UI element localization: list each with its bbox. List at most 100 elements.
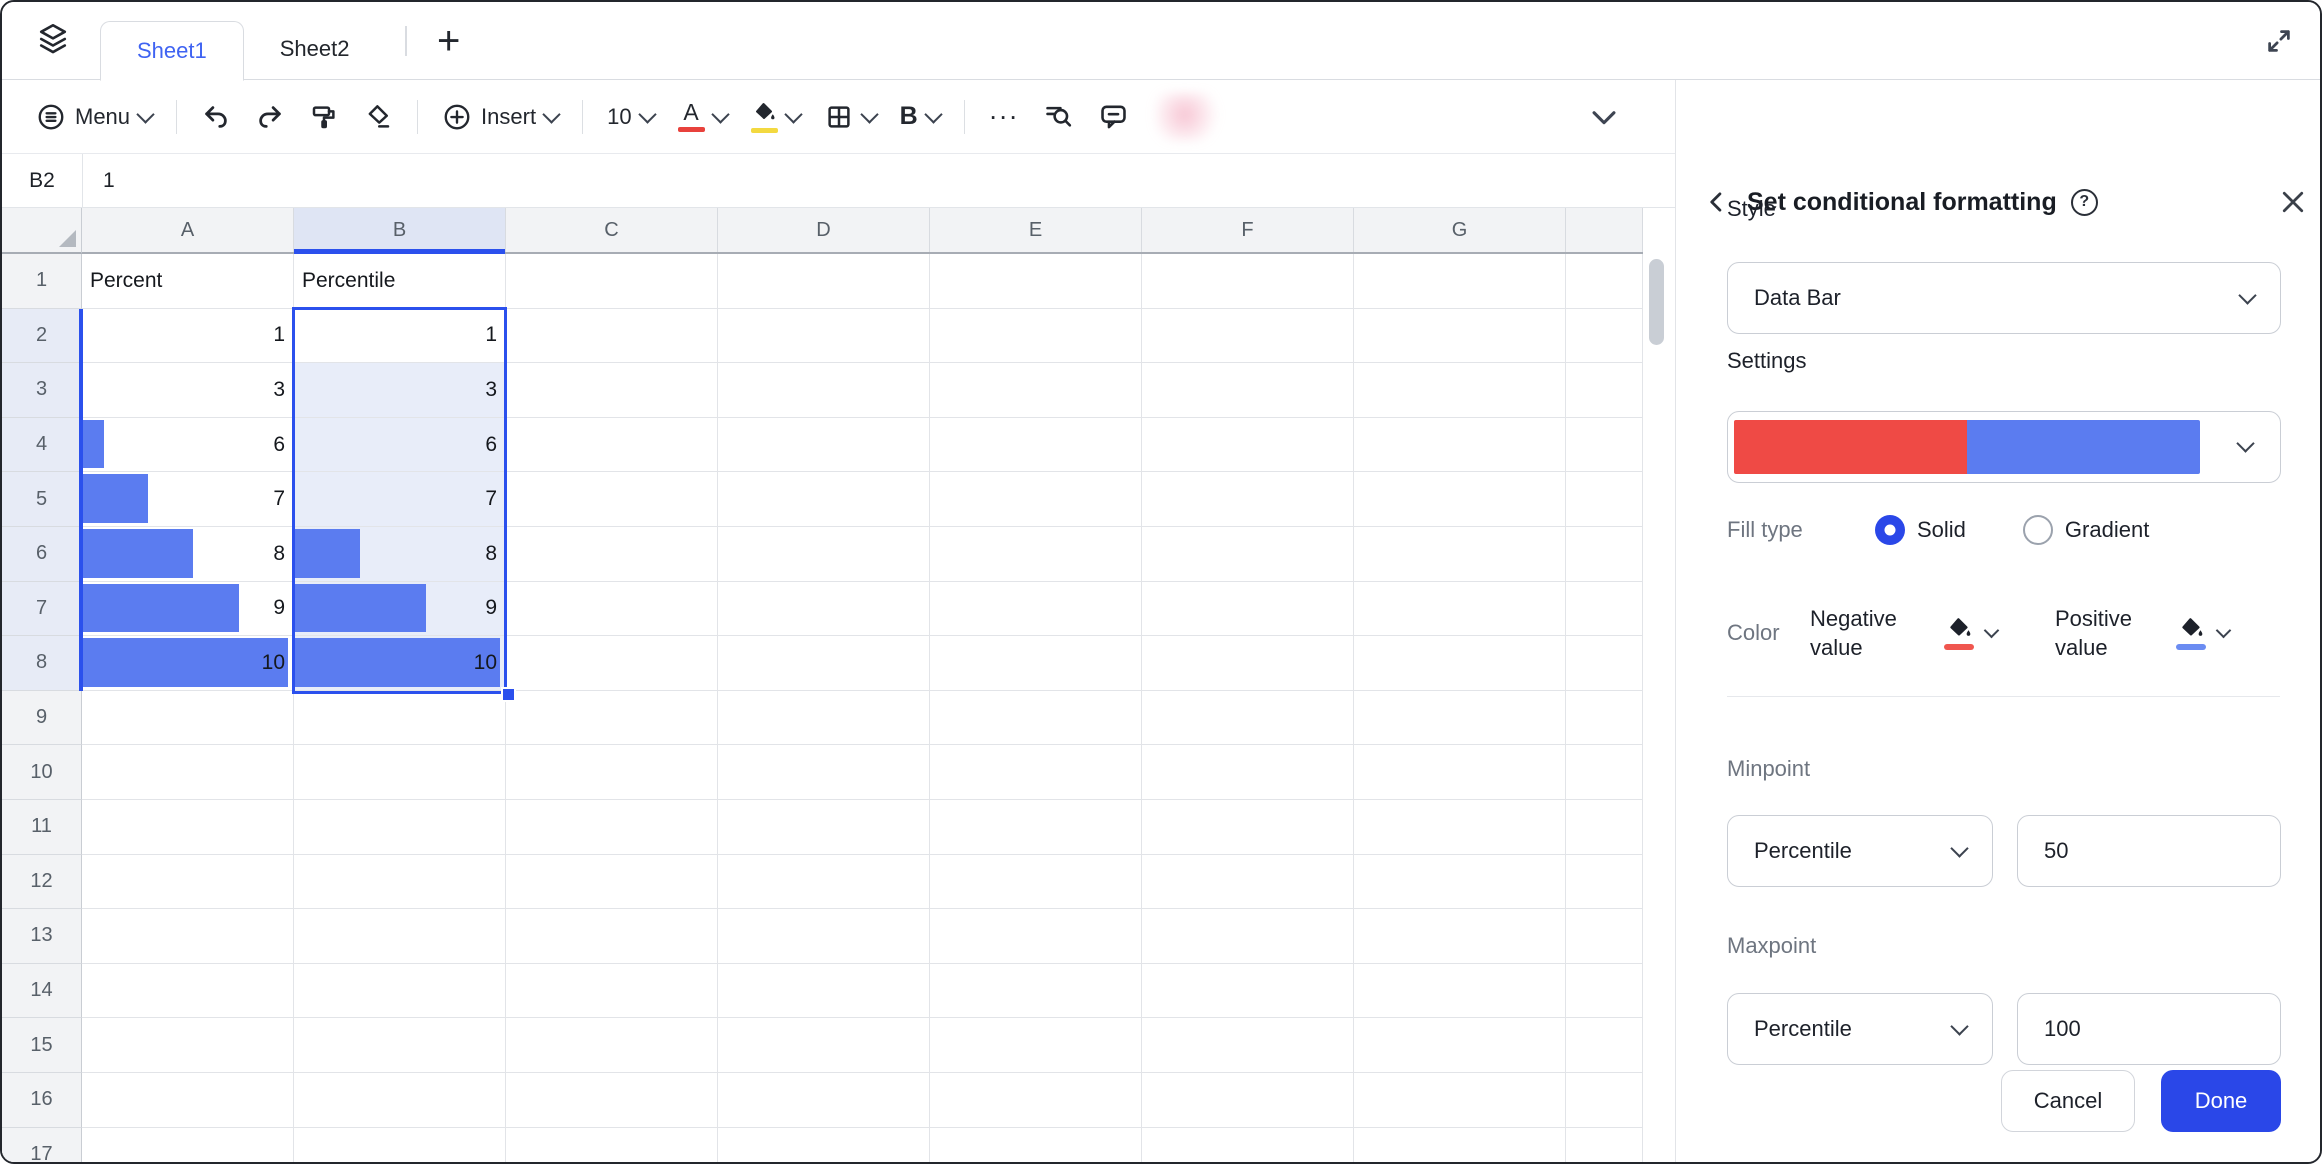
cell[interactable] <box>1566 254 1643 309</box>
cell[interactable] <box>718 1073 930 1128</box>
cell[interactable] <box>1566 472 1643 527</box>
tab-sheet2[interactable]: Sheet2 <box>244 19 386 79</box>
cell[interactable]: 3 <box>294 363 506 418</box>
column-header-F[interactable]: F <box>1142 208 1354 252</box>
cell[interactable] <box>82 1128 294 1164</box>
cell[interactable] <box>1566 745 1643 800</box>
cell[interactable]: 1 <box>294 309 506 364</box>
cell[interactable]: 6 <box>294 418 506 473</box>
minpoint-type-select[interactable]: Percentile <box>1727 815 1993 887</box>
cell[interactable] <box>294 691 506 746</box>
cell[interactable] <box>1354 964 1566 1019</box>
cell[interactable] <box>1142 691 1354 746</box>
row-header-8[interactable]: 8 <box>2 636 82 691</box>
cell[interactable] <box>930 472 1142 527</box>
cell[interactable] <box>930 1018 1142 1073</box>
cell[interactable] <box>506 855 718 910</box>
cell[interactable] <box>1566 691 1643 746</box>
cell[interactable] <box>1142 418 1354 473</box>
expand-window-icon[interactable] <box>2264 26 2294 56</box>
undo-button[interactable] <box>189 91 243 143</box>
cell[interactable] <box>506 800 718 855</box>
cell[interactable] <box>1354 309 1566 364</box>
row-header-14[interactable]: 14 <box>2 964 82 1019</box>
cell[interactable] <box>1142 855 1354 910</box>
cell[interactable] <box>930 1128 1142 1164</box>
cell[interactable] <box>718 1128 930 1164</box>
cell[interactable] <box>1566 363 1643 418</box>
cell[interactable] <box>1354 1128 1566 1164</box>
cell[interactable]: Percent <box>82 254 294 309</box>
redo-button[interactable] <box>243 91 297 143</box>
close-icon[interactable] <box>2278 187 2308 217</box>
row-header-7[interactable]: 7 <box>2 582 82 637</box>
cell[interactable] <box>930 964 1142 1019</box>
cell[interactable] <box>1354 472 1566 527</box>
cell[interactable] <box>1354 527 1566 582</box>
radio-gradient[interactable] <box>2023 515 2053 545</box>
row-header-17[interactable]: 17 <box>2 1128 82 1164</box>
done-button[interactable]: Done <box>2161 1070 2281 1132</box>
cell[interactable]: 10 <box>82 636 294 691</box>
minpoint-value-input[interactable] <box>2017 815 2281 887</box>
cell[interactable] <box>1354 909 1566 964</box>
cell[interactable]: 3 <box>82 363 294 418</box>
cell[interactable] <box>506 1073 718 1128</box>
cell[interactable] <box>718 964 930 1019</box>
cell[interactable] <box>1566 1128 1643 1164</box>
negative-color-button[interactable] <box>1942 616 1976 650</box>
column-header-B[interactable]: B <box>294 208 506 252</box>
search-button[interactable] <box>1031 91 1086 143</box>
cell[interactable] <box>1566 309 1643 364</box>
column-header-C[interactable]: C <box>506 208 718 252</box>
cell[interactable]: 8 <box>294 527 506 582</box>
formula-input[interactable]: 1 <box>83 169 115 193</box>
vertical-scrollbar[interactable] <box>1649 259 1664 345</box>
cell[interactable] <box>930 582 1142 637</box>
cell[interactable] <box>1142 527 1354 582</box>
chevron-down-icon[interactable] <box>2216 623 2232 639</box>
borders-button[interactable] <box>812 91 888 143</box>
cell[interactable]: 10 <box>294 636 506 691</box>
cell[interactable] <box>1354 418 1566 473</box>
chevron-down-icon[interactable] <box>1984 623 2000 639</box>
tab-sheet1[interactable]: Sheet1 <box>100 21 244 81</box>
row-header-3[interactable]: 3 <box>2 363 82 418</box>
cell[interactable] <box>718 472 930 527</box>
cell[interactable] <box>82 800 294 855</box>
cell[interactable] <box>1142 1073 1354 1128</box>
cell[interactable] <box>1354 636 1566 691</box>
toolbar-collapse-button[interactable] <box>1575 91 1633 143</box>
cell[interactable] <box>82 909 294 964</box>
add-sheet-button[interactable]: + <box>427 21 470 61</box>
cell[interactable] <box>930 855 1142 910</box>
cell[interactable]: Percentile <box>294 254 506 309</box>
cell[interactable] <box>718 363 930 418</box>
clear-format-button[interactable] <box>351 91 405 143</box>
cell[interactable] <box>506 309 718 364</box>
cell[interactable] <box>1142 745 1354 800</box>
cell[interactable] <box>718 855 930 910</box>
cell[interactable] <box>294 855 506 910</box>
cell[interactable]: 9 <box>294 582 506 637</box>
comment-button[interactable] <box>1086 91 1141 143</box>
cell[interactable] <box>1566 1073 1643 1128</box>
cell[interactable] <box>1354 745 1566 800</box>
fill-color-button[interactable] <box>739 91 812 143</box>
cell[interactable] <box>506 745 718 800</box>
cell[interactable] <box>718 418 930 473</box>
cell[interactable]: 9 <box>82 582 294 637</box>
cell[interactable] <box>1354 691 1566 746</box>
cell[interactable] <box>1142 964 1354 1019</box>
name-box[interactable]: B2 <box>2 169 82 193</box>
row-header-6[interactable]: 6 <box>2 527 82 582</box>
radio-solid[interactable] <box>1875 515 1905 545</box>
cell[interactable] <box>294 1073 506 1128</box>
cell[interactable] <box>82 855 294 910</box>
cell[interactable] <box>718 582 930 637</box>
cell[interactable] <box>930 254 1142 309</box>
cell[interactable] <box>82 745 294 800</box>
column-header-A[interactable]: A <box>82 208 294 252</box>
menu-button[interactable]: Menu <box>24 91 164 143</box>
selection-fill-handle[interactable] <box>501 687 516 702</box>
